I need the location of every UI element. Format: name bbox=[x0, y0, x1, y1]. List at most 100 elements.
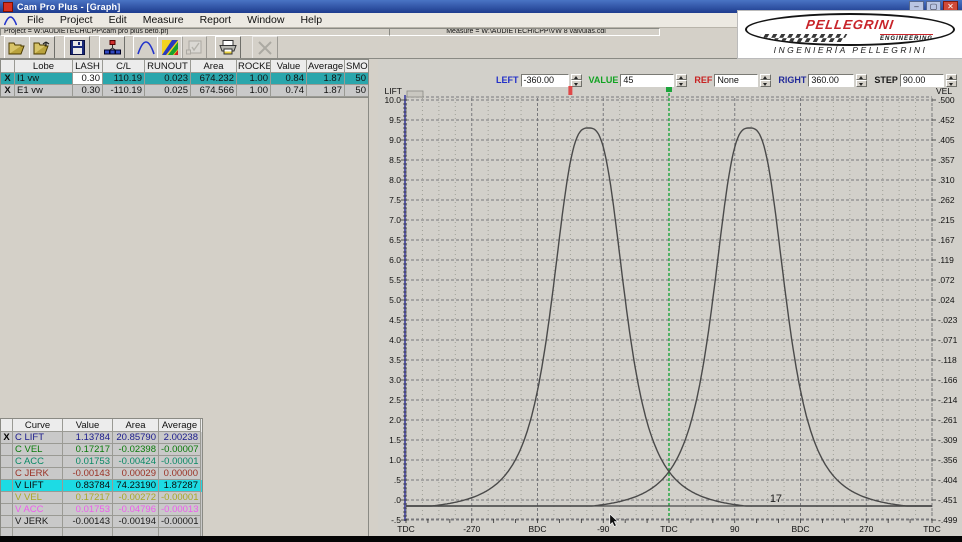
measure-setup-button[interactable] bbox=[99, 36, 125, 59]
table-cell bbox=[1, 419, 13, 432]
table-cell: -0.00272 bbox=[113, 492, 159, 504]
company-logo: PELLEGRINI ENGINEERING INGENIERÍA PELLEG… bbox=[737, 10, 962, 59]
x-tick-label: -90 bbox=[597, 524, 610, 534]
top-marker bbox=[568, 86, 572, 95]
table-cell: 0.025 bbox=[145, 85, 191, 97]
letterbox-strip bbox=[0, 536, 962, 542]
table-cell: C VEL bbox=[13, 444, 63, 456]
vel-tick-label: .452 bbox=[938, 115, 955, 125]
table-cell: 1.00 bbox=[237, 73, 271, 85]
plot-slider-handle bbox=[407, 91, 423, 97]
table-cell: LASH bbox=[73, 60, 103, 73]
menu-item-file[interactable]: File bbox=[19, 13, 52, 27]
curve-row-c-jerk[interactable]: C JERK-0.001430.000290.00000 bbox=[1, 468, 202, 480]
lift-tick-label: 9.0 bbox=[389, 135, 401, 145]
measure-nodes-icon bbox=[104, 40, 121, 55]
table-cell: -0.00143 bbox=[63, 516, 113, 528]
print-button[interactable] bbox=[215, 36, 241, 59]
control-label: RIGHT bbox=[778, 75, 806, 85]
left-axis-title: LIFT bbox=[385, 86, 402, 96]
curve-row-v-lift[interactable]: V LIFT0.8378474.231901.87287 bbox=[1, 480, 202, 492]
curve-row-v-acc[interactable]: V ACC0.01753-0.04796-0.00013 bbox=[1, 504, 202, 516]
menu-item-measure[interactable]: Measure bbox=[135, 13, 192, 27]
menu-item-report[interactable]: Report bbox=[192, 13, 240, 27]
lift-tick-label: 1.0 bbox=[389, 455, 401, 465]
x-tick-label: -270 bbox=[463, 524, 480, 534]
curve-glyph-icon bbox=[4, 15, 17, 26]
curve-row-c-lift[interactable]: XC LIFT1.1378420.857902.00238 bbox=[1, 432, 202, 444]
menu-item-window[interactable]: Window bbox=[239, 13, 292, 27]
vel-tick-label: -.499 bbox=[938, 515, 958, 525]
table-cell: 0.83784 bbox=[63, 480, 113, 492]
table-cell: I1 vw bbox=[15, 73, 73, 85]
table-cell bbox=[1, 444, 13, 456]
table-cell: 1.87 bbox=[307, 85, 345, 97]
menu-item-help[interactable]: Help bbox=[292, 13, 330, 27]
x-tick-label: TDC bbox=[660, 524, 677, 534]
vel-tick-label: -.404 bbox=[938, 475, 958, 485]
vel-tick-label: -.214 bbox=[938, 395, 958, 405]
app-window: Cam Pro Plus - [Graph] – ▢ ✕ FileProject… bbox=[0, 0, 962, 542]
table-cell bbox=[1, 456, 13, 468]
logo-name: PELLEGRINI bbox=[746, 17, 954, 32]
vel-tick-label: .357 bbox=[938, 155, 955, 165]
table-cell: 1.87287 bbox=[159, 480, 201, 492]
table-cell: C/L bbox=[103, 60, 145, 73]
value-cursor-handle bbox=[666, 87, 672, 92]
table-cell: 0.17217 bbox=[63, 492, 113, 504]
lobe-row-i1-vw[interactable]: XI1 vw0.30110.190.023674.2321.000.841.87… bbox=[1, 73, 369, 85]
curve-row-c-vel[interactable]: C VEL0.17217-0.02398-0.00007 bbox=[1, 444, 202, 456]
vel-tick-label: -.451 bbox=[938, 495, 958, 505]
vel-tick-label: .310 bbox=[938, 175, 955, 185]
table-cell: ROCKE bbox=[237, 60, 271, 73]
cam-lift-plot[interactable]: 10.09.59.08.58.07.57.06.56.05.55.04.54.0… bbox=[378, 85, 962, 536]
x-tick-label: 90 bbox=[730, 524, 740, 534]
table-cell: 0.84 bbox=[271, 73, 307, 85]
lobe-row-e1-vw[interactable]: XE1 vw0.30-110.190.025674.5661.000.741.8… bbox=[1, 85, 369, 97]
project-path: Project = W:\AUDIETECH\CPP\cam pro plus … bbox=[0, 28, 390, 36]
table-cell: -0.00143 bbox=[63, 468, 113, 480]
table-cell: 0.30 bbox=[73, 73, 103, 85]
vel-tick-label: -.071 bbox=[938, 335, 958, 345]
lift-tick-label: 4.0 bbox=[389, 335, 401, 345]
colors-icon bbox=[162, 40, 178, 55]
table-cell: -110.19 bbox=[103, 85, 145, 97]
open-measure-icon bbox=[33, 40, 51, 55]
curve-row-v-jerk[interactable]: V JERK-0.00143-0.00194-0.00001 bbox=[1, 516, 202, 528]
table-cell: -0.00194 bbox=[113, 516, 159, 528]
vel-tick-label: -.356 bbox=[938, 455, 958, 465]
vel-tick-label: .072 bbox=[938, 275, 955, 285]
colors-button[interactable] bbox=[157, 36, 183, 59]
lift-tick-label: 8.5 bbox=[389, 155, 401, 165]
curve-row-v-vel[interactable]: V VEL0.17217-0.00272-0.00001 bbox=[1, 492, 202, 504]
table-cell: -0.00001 bbox=[159, 516, 201, 528]
lift-tick-label: 8.0 bbox=[389, 175, 401, 185]
lift-tick-label: 2.5 bbox=[389, 395, 401, 405]
curve-row-c-acc[interactable]: C ACC0.01753-0.00424-0.00001 bbox=[1, 456, 202, 468]
graph-button[interactable] bbox=[133, 36, 159, 59]
app-icon bbox=[3, 2, 13, 12]
save-button[interactable] bbox=[64, 36, 90, 59]
lift-tick-label: 3.0 bbox=[389, 375, 401, 385]
lift-tick-label: 4.5 bbox=[389, 315, 401, 325]
menu-item-project[interactable]: Project bbox=[52, 13, 101, 27]
table-cell: 1.00 bbox=[237, 85, 271, 97]
delete-button[interactable] bbox=[252, 36, 278, 59]
control-label: LEFT bbox=[496, 75, 519, 85]
graph-panel: LEFT-360.00VALUE45REFNoneRIGHT360.00STEP… bbox=[378, 59, 962, 536]
mouse-cursor-icon bbox=[610, 514, 618, 527]
control-label: STEP bbox=[874, 75, 898, 85]
open-project-button[interactable] bbox=[4, 36, 30, 59]
menu-item-edit[interactable]: Edit bbox=[101, 13, 135, 27]
window-title: Cam Pro Plus - [Graph] bbox=[17, 2, 120, 12]
table-cell: 674.232 bbox=[191, 73, 237, 85]
table-cell: Value bbox=[271, 60, 307, 73]
open-measure-button[interactable] bbox=[29, 36, 55, 59]
vel-tick-label: .500 bbox=[938, 95, 955, 105]
measure-path: Measure = W:\AUDIETECH\CPP\VW 8 valvulas… bbox=[389, 28, 660, 36]
open-project-icon bbox=[8, 41, 26, 55]
table-cell: 1.13784 bbox=[63, 432, 113, 444]
x-tick-label: 270 bbox=[859, 524, 873, 534]
table-cell: 74.23190 bbox=[113, 480, 159, 492]
verify-button[interactable] bbox=[181, 36, 207, 59]
